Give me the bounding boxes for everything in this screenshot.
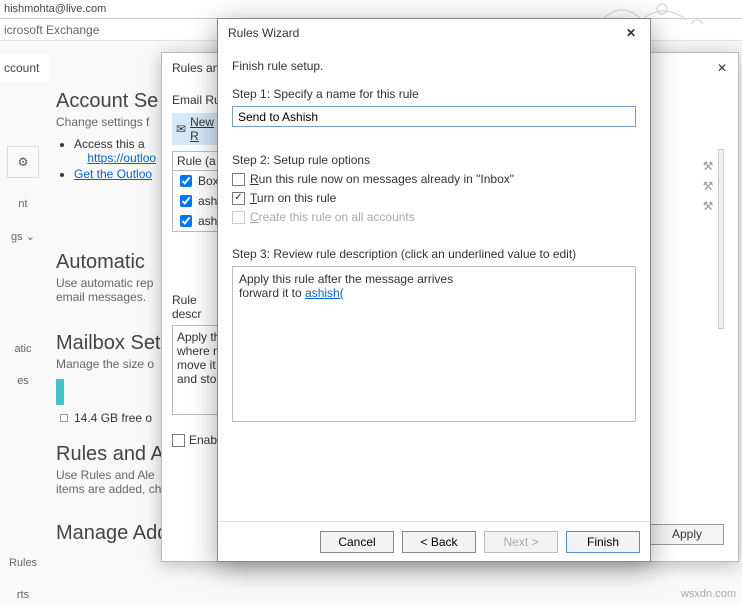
storage-bar	[56, 379, 64, 405]
rule-name-input[interactable]	[232, 106, 636, 127]
close-icon[interactable]: ✕	[716, 61, 728, 75]
rule-row-check[interactable]	[180, 175, 192, 187]
step2-label: Step 2: Setup rule options	[232, 153, 636, 167]
wizard-title: Rules Wizard	[228, 26, 299, 40]
envelope-icon: ✉	[176, 122, 186, 136]
account-label: ccount	[0, 54, 50, 82]
turn-on-checkbox[interactable]: Turn on this rule	[232, 191, 636, 205]
wrench-icon: ⚒	[703, 179, 714, 193]
forward-target-link[interactable]: ashish(	[305, 286, 344, 300]
rule-description-box[interactable]: Apply this rule after the message arrive…	[232, 266, 636, 422]
close-icon[interactable]: ✕	[626, 26, 640, 40]
desc-line: forward it to ashish(	[239, 286, 629, 300]
rule-row-check[interactable]	[180, 195, 192, 207]
wrench-icon: ⚒	[703, 199, 714, 213]
rule-action-icons: ⚒ ⚒ ⚒	[700, 159, 716, 213]
rules-wizard-dialog: Rules Wizard ✕ Finish rule setup. Step 1…	[217, 18, 651, 562]
run-now-checkbox[interactable]: Run this rule now on messages already in…	[232, 172, 636, 186]
outlook-link[interactable]: https://outloo	[87, 151, 156, 165]
finish-button[interactable]: Finish	[566, 531, 640, 553]
step3-label: Step 3: Review rule description (click a…	[232, 247, 636, 261]
wrench-icon: ⚒	[703, 159, 714, 173]
step1-label: Step 1: Specify a name for this rule	[232, 87, 636, 101]
desc-line: Apply this rule after the message arrive…	[239, 272, 629, 286]
rule-desc-label: Rule descr	[172, 293, 218, 321]
watermark: wsxdn.com	[681, 588, 736, 600]
all-accounts-checkbox: Create this rule on all accounts	[232, 210, 636, 224]
scrollbar[interactable]	[718, 149, 724, 329]
cancel-button[interactable]: Cancel	[320, 531, 394, 553]
back-button[interactable]: < Back	[402, 531, 476, 553]
left-nav-icons: ⚙ nt gs ⌄ atic es Rules rts	[0, 146, 46, 601]
rule-row-check[interactable]	[180, 215, 192, 227]
apply-button[interactable]: Apply	[650, 524, 724, 545]
get-outlook-link[interactable]: Get the Outloo	[74, 167, 152, 181]
wizard-heading: Finish rule setup.	[232, 59, 636, 73]
account-icon: ⚙	[7, 146, 39, 178]
next-button: Next >	[484, 531, 558, 553]
